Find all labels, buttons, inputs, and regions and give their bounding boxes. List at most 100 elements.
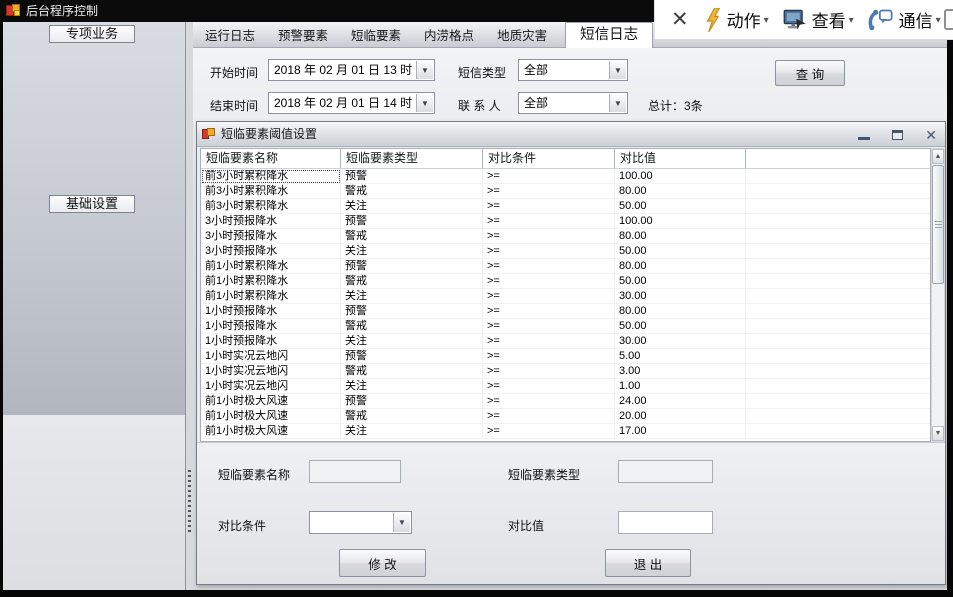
table-row[interactable]: 前1小时累积降水警戒>=50.00 [201,274,930,289]
dialog-titlebar[interactable]: 短临要素阈值设置 ✕ [197,122,945,147]
column-header-name[interactable]: 短临要素名称 [201,149,341,168]
sms-type-select[interactable]: 全部 ▼ [518,59,628,81]
table-cell: 24.00 [615,394,746,409]
table-row[interactable]: 前1小时极大风速预警>=24.00 [201,394,930,409]
table-cell: 前1小时累积降水 [201,259,341,274]
table-row[interactable]: 3小时预报降水预警>=100.00 [201,214,930,229]
form-name-label: 短临要素名称 [218,466,290,483]
table-cell: 100.00 [615,169,746,184]
table-row[interactable]: 前1小时累积降水预警>=80.00 [201,259,930,274]
table-header-row[interactable]: 短临要素名称 短临要素类型 对比条件 对比值 [201,149,930,169]
end-time-label: 结束时间 [210,97,258,114]
end-time-picker[interactable]: 2018 年 02 月 01 日 14 时 ▼ [268,92,435,114]
table-cell: 17.00 [615,424,746,439]
table-row[interactable]: 前3小时累积降水预警>=100.00 [201,169,930,184]
scrollbar-grip-icon [935,221,942,229]
table-cell: 3.00 [615,364,746,379]
column-header-empty[interactable] [746,149,930,168]
form-value-input[interactable] [618,511,713,534]
table-cell: 1小时实况云地闪 [201,364,341,379]
maximize-icon[interactable] [892,130,903,140]
table-cell: >= [483,349,615,364]
table-row[interactable]: 1小时预报降水警戒>=50.00 [201,319,930,334]
exit-button[interactable]: 退 出 [605,549,691,577]
table-row[interactable]: 1小时实况云地闪关注>=1.00 [201,379,930,394]
tab-run-log[interactable]: 运行日志 [203,25,257,44]
start-time-picker[interactable]: 2018 年 02 月 01 日 13 时 ▼ [268,59,435,81]
table-cell: 预警 [341,304,483,319]
chevron-down-icon: ▾ [764,15,769,26]
table-scrollbar[interactable]: ▲ ▼ [931,148,945,442]
scroll-up-icon[interactable]: ▲ [932,149,944,164]
dropdown-arrow-icon[interactable]: ▼ [609,94,626,112]
action-menu[interactable]: 动作 ▾ [705,7,769,32]
column-header-condition[interactable]: 对比条件 [483,149,615,168]
tab-waterlogging-grid[interactable]: 内涝格点 [422,25,476,44]
table-row[interactable]: 前1小时极大风速关注>=17.00 [201,424,930,439]
table-cell: >= [483,379,615,394]
table-cell [746,214,930,229]
scroll-down-icon[interactable]: ▼ [932,426,944,441]
threshold-table-rows: 前3小时累积降水预警>=100.00前3小时累积降水警戒>=80.00前3小时累… [201,169,930,439]
table-cell: >= [483,169,615,184]
table-cell: 1小时预报降水 [201,334,341,349]
form-condition-select[interactable]: ▼ [309,511,412,534]
form-name-input[interactable] [309,460,401,483]
contact-select[interactable]: 全部 ▼ [518,92,628,114]
table-cell: 警戒 [341,319,483,334]
table-cell: 警戒 [341,274,483,289]
table-row[interactable]: 1小时预报降水关注>=30.00 [201,334,930,349]
table-cell: 50.00 [615,244,746,259]
table-row[interactable]: 3小时预报降水关注>=50.00 [201,244,930,259]
lightning-icon [705,8,722,32]
table-row[interactable]: 前3小时累积降水警戒>=80.00 [201,184,930,199]
group-special-business: 专项业务 [49,25,135,43]
table-row[interactable]: 1小时实况云地闪预警>=5.00 [201,349,930,364]
tab-warning-elements[interactable]: 预警要素 [276,25,330,44]
chevron-down-icon: ▾ [936,15,941,26]
close-icon[interactable]: ✕ [671,9,689,30]
column-header-type[interactable]: 短临要素类型 [341,149,483,168]
modify-button[interactable]: 修 改 [339,549,426,577]
minimize-icon[interactable] [858,137,870,140]
tab-nowcast-elements[interactable]: 短临要素 [349,25,403,44]
table-cell [746,394,930,409]
splitter-grip-icon [188,470,191,532]
table-cell [746,289,930,304]
table-cell: 50.00 [615,274,746,289]
scrollbar-thumb[interactable] [932,165,944,284]
form-type-input[interactable] [618,460,713,483]
tab-sms-log-active[interactable]: 短信日志 [565,22,653,48]
comm-menu[interactable]: 通信 ▾ [868,7,941,32]
table-row[interactable]: 1小时预报降水预警>=80.00 [201,304,930,319]
table-cell: 前1小时累积降水 [201,274,341,289]
table-cell: 关注 [341,424,483,439]
tab-geo-disaster[interactable]: 地质灾害 [495,25,549,44]
vertical-splitter[interactable] [186,22,193,590]
table-cell: 警戒 [341,184,483,199]
view-menu[interactable]: 查看 ▾ [783,7,854,32]
partial-toolbar-icon[interactable] [944,9,953,30]
column-header-value[interactable]: 对比值 [615,149,746,168]
table-cell [746,184,930,199]
table-row[interactable]: 3小时预报降水警戒>=80.00 [201,229,930,244]
dropdown-arrow-icon[interactable]: ▼ [416,94,433,112]
table-cell: 80.00 [615,184,746,199]
table-row[interactable]: 1小时实况云地闪警戒>=3.00 [201,364,930,379]
end-time-value: 2018 年 02 月 01 日 14 时 [274,96,412,110]
app-window-icon [6,4,20,17]
query-button[interactable]: 查 询 [775,60,845,86]
dropdown-arrow-icon[interactable]: ▼ [609,61,626,79]
sidebar-lower-panel [3,415,186,590]
table-row[interactable]: 前3小时累积降水关注>=50.00 [201,199,930,214]
dropdown-arrow-icon[interactable]: ▼ [393,513,410,532]
table-cell: 警戒 [341,229,483,244]
dropdown-arrow-icon[interactable]: ▼ [416,61,433,79]
table-row[interactable]: 前1小时极大风速警戒>=20.00 [201,409,930,424]
close-icon[interactable]: ✕ [925,128,937,142]
table-row[interactable]: 前1小时累积降水关注>=30.00 [201,289,930,304]
table-cell [746,379,930,394]
table-cell: 50.00 [615,199,746,214]
table-cell: 20.00 [615,409,746,424]
table-cell: 80.00 [615,304,746,319]
